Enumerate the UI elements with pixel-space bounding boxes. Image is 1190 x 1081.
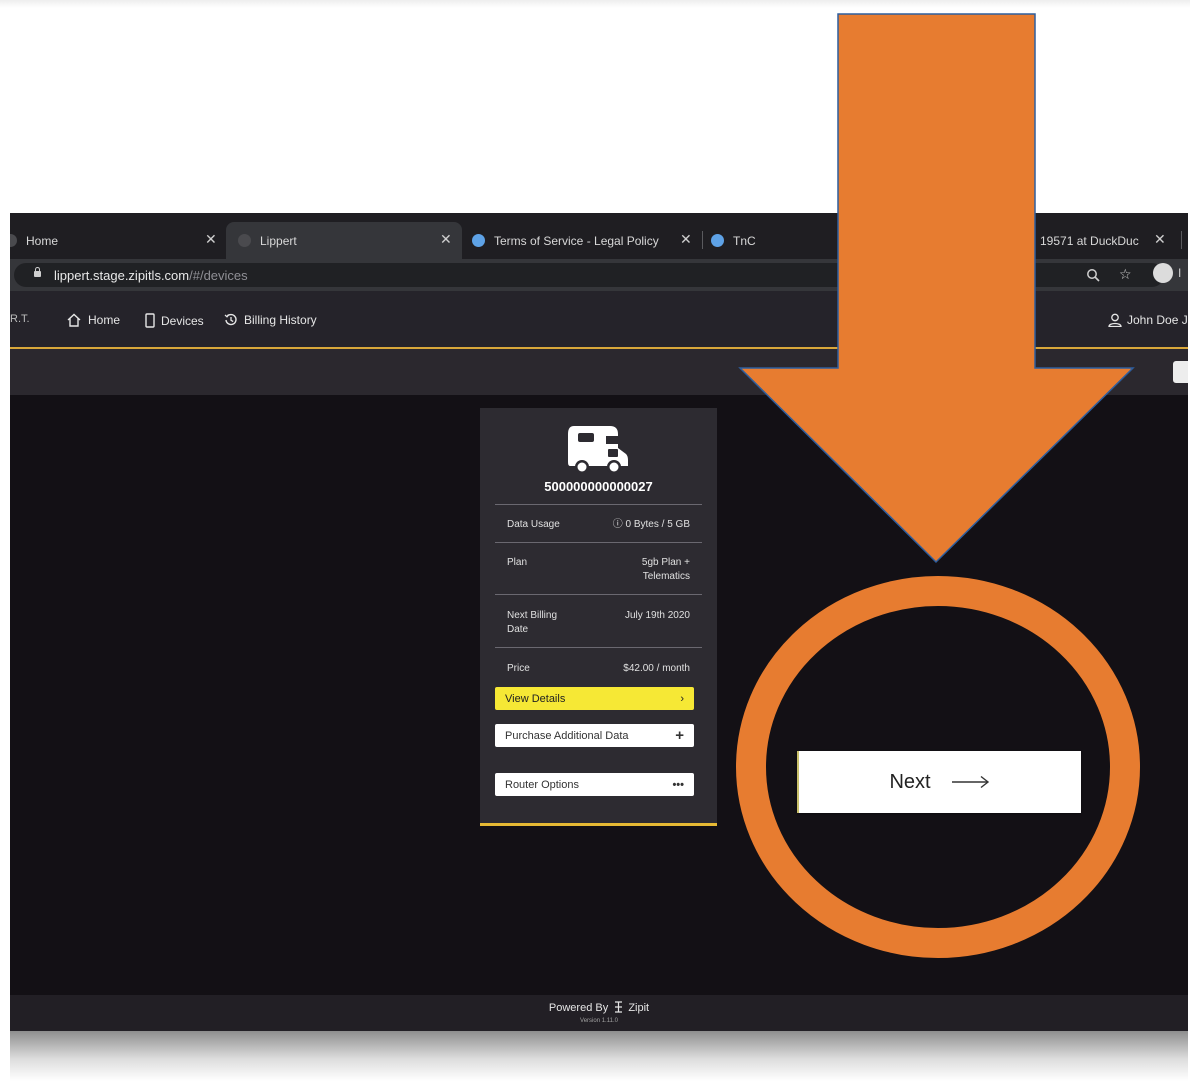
callout-arrow-icon [738,13,1135,564]
annotation-overlay [736,13,1140,958]
arrow-right-icon [951,775,989,789]
next-button[interactable]: Next [797,751,1081,813]
next-button-label: Next [889,770,931,793]
